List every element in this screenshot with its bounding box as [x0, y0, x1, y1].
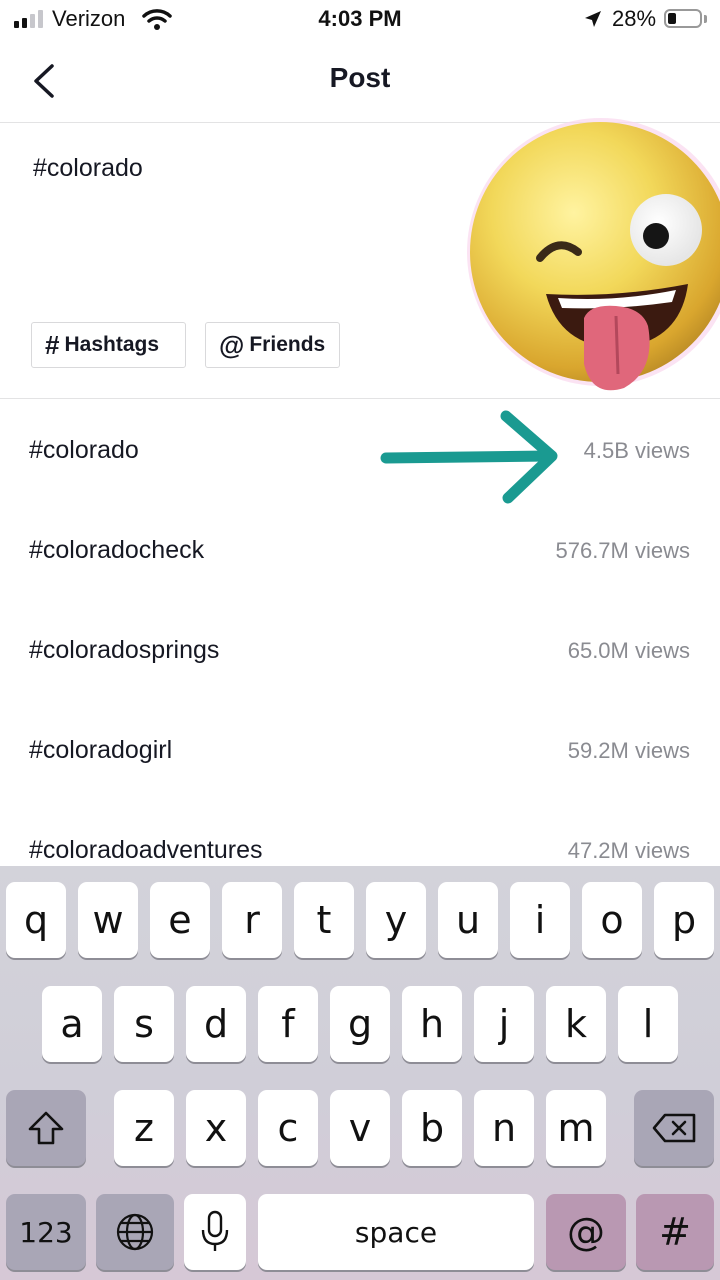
microphone-icon: [201, 1210, 229, 1251]
key-q[interactable]: q: [6, 882, 66, 958]
caption-input[interactable]: #colorado: [33, 154, 143, 183]
key-t[interactable]: t: [294, 882, 354, 958]
numbers-key[interactable]: 123: [6, 1194, 86, 1270]
backspace-key[interactable]: [634, 1090, 714, 1166]
key-v[interactable]: v: [330, 1090, 390, 1166]
hashtag-suggestion-row[interactable]: #coloradocheck 576.7M views: [0, 502, 720, 602]
hash-icon: #: [45, 329, 60, 360]
space-key[interactable]: space: [258, 1194, 534, 1270]
hashtag-views: 47.2M views: [567, 838, 690, 863]
key-d[interactable]: d: [186, 986, 246, 1062]
post-header: Post: [0, 40, 720, 123]
globe-key[interactable]: [96, 1194, 174, 1270]
winking-face-with-tongue-emoji: [467, 118, 720, 391]
at-key[interactable]: @: [546, 1194, 626, 1270]
status-bar: Verizon 4:03 PM 28%: [0, 0, 720, 40]
key-h[interactable]: h: [402, 986, 462, 1062]
key-f[interactable]: f: [258, 986, 318, 1062]
hashtag-name: #colorado: [29, 436, 139, 464]
key-m[interactable]: m: [546, 1090, 606, 1166]
hashtag-suggestion-row[interactable]: #coloradosprings 65.0M views: [0, 602, 720, 702]
friends-label: Friends: [249, 333, 326, 356]
hashtag-name: #coloradosprings: [29, 636, 220, 664]
hashtag-views: 59.2M views: [567, 738, 690, 763]
key-j[interactable]: j: [474, 986, 534, 1062]
hashtag-views: 65.0M views: [567, 638, 690, 663]
key-y[interactable]: y: [366, 882, 426, 958]
battery-cap: [704, 15, 707, 23]
on-screen-keyboard: q w e r t y u i o p a s d f g h j k l z …: [0, 866, 720, 1280]
friends-button[interactable]: @ Friends: [205, 322, 340, 368]
hash-key[interactable]: #: [636, 1194, 714, 1270]
key-k[interactable]: k: [546, 986, 606, 1062]
key-n[interactable]: n: [474, 1090, 534, 1166]
backspace-icon: [652, 1113, 696, 1143]
hashtags-button[interactable]: # Hashtags: [31, 322, 186, 368]
key-p[interactable]: p: [654, 882, 714, 958]
key-g[interactable]: g: [330, 986, 390, 1062]
location-arrow-icon: [585, 11, 601, 27]
battery-icon: [664, 9, 702, 28]
globe-icon: [116, 1213, 154, 1251]
key-a[interactable]: a: [42, 986, 102, 1062]
hashtag-name: #coloradoadventures: [29, 836, 263, 864]
key-u[interactable]: u: [438, 882, 498, 958]
battery-level-fill: [668, 13, 676, 24]
battery-percent: 28%: [612, 6, 657, 31]
hashtag-suggestion-row[interactable]: #coloradogirl 59.2M views: [0, 702, 720, 802]
key-r[interactable]: r: [222, 882, 282, 958]
shift-icon: [28, 1111, 64, 1145]
key-w[interactable]: w: [78, 882, 138, 958]
key-i[interactable]: i: [510, 882, 570, 958]
hashtag-suggestion-row[interactable]: #colorado 4.5B views: [0, 402, 720, 502]
hashtag-name: #coloradogirl: [29, 736, 173, 764]
key-c[interactable]: c: [258, 1090, 318, 1166]
key-b[interactable]: b: [402, 1090, 462, 1166]
hashtag-name: #coloradocheck: [29, 536, 205, 564]
page-title: Post: [329, 62, 391, 93]
key-e[interactable]: e: [150, 882, 210, 958]
key-x[interactable]: x: [186, 1090, 246, 1166]
hashtag-views: 576.7M views: [555, 538, 690, 563]
at-icon: @: [219, 329, 245, 360]
key-l[interactable]: l: [618, 986, 678, 1062]
key-o[interactable]: o: [582, 882, 642, 958]
key-z[interactable]: z: [114, 1090, 174, 1166]
key-s[interactable]: s: [114, 986, 174, 1062]
shift-key[interactable]: [6, 1090, 86, 1166]
teal-arrow-icon: [375, 405, 563, 509]
hashtags-label: Hashtags: [64, 333, 159, 356]
microphone-key[interactable]: [184, 1194, 246, 1270]
hashtag-views: 4.5B views: [583, 438, 690, 463]
